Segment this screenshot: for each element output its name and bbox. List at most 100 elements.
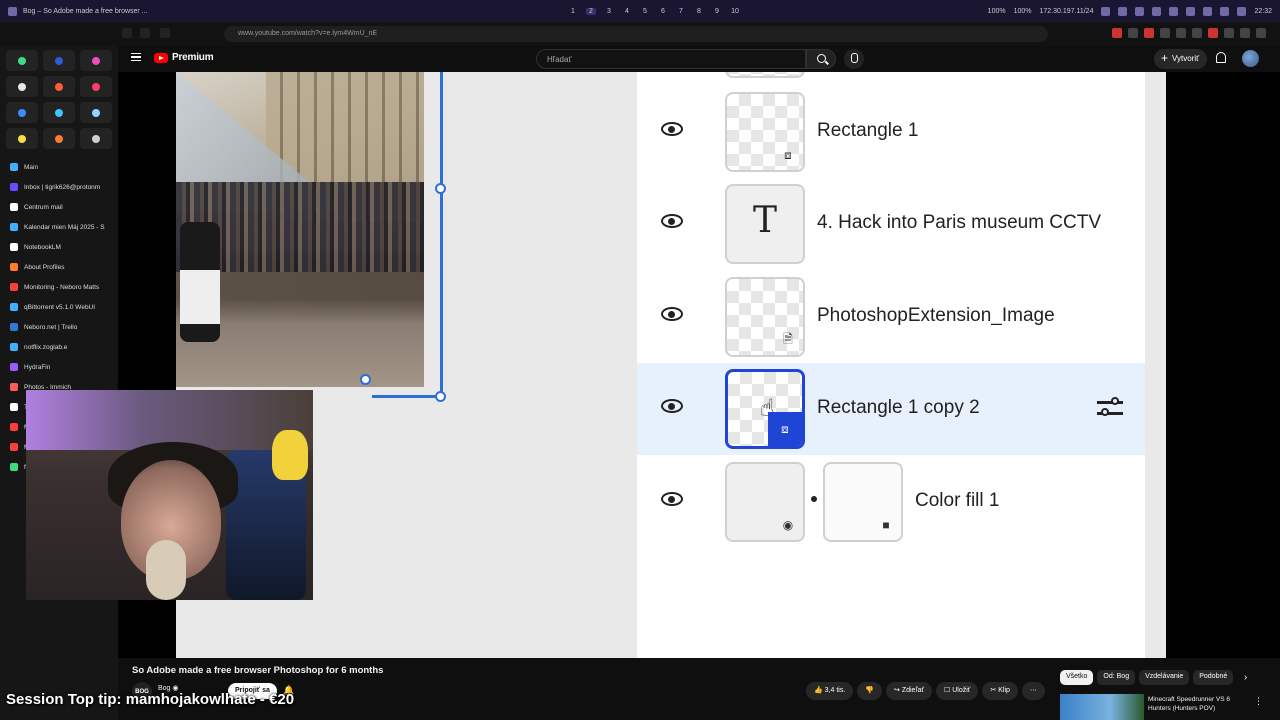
hamburger-menu-icon[interactable] (131, 53, 141, 61)
visibility-eye-icon[interactable] (661, 492, 683, 506)
sidebar-tab[interactable]: Neboro.net | Trello (0, 317, 118, 337)
dislike-button[interactable]: 👎 (857, 682, 883, 700)
workspace-4[interactable]: 4 (622, 8, 632, 15)
visibility-eye-icon[interactable] (661, 122, 683, 136)
pinned-tab[interactable] (80, 102, 112, 123)
workspace-2[interactable]: 2 (586, 7, 596, 15)
tray-icon[interactable] (1186, 6, 1196, 16)
recommended-video-thumbnail[interactable] (1060, 694, 1144, 720)
pinned-tab[interactable] (6, 128, 38, 149)
search-input[interactable]: Hľadať (536, 49, 806, 69)
tray-icon[interactable] (1220, 6, 1230, 16)
extension-icon[interactable] (1176, 28, 1186, 38)
workspace-3[interactable]: 3 (604, 8, 614, 15)
pinned-tab[interactable] (6, 102, 38, 123)
workspace-10[interactable]: 10 (730, 8, 740, 15)
workspace-6[interactable]: 6 (658, 8, 668, 15)
sidebar-tab[interactable]: Centrum mail (0, 197, 118, 217)
clip-button[interactable]: ✂ Klip (982, 682, 1018, 700)
layer-row[interactable]: ◉ ■ Color fill 1 (637, 456, 1145, 548)
workspace-1[interactable]: 1 (568, 8, 578, 15)
youtube-logo-icon[interactable] (154, 53, 168, 63)
pinned-tab-favicon-icon (18, 134, 26, 143)
layer-row[interactable]: ⧈ Rectangle 1 (637, 86, 1145, 178)
pinned-tab[interactable] (80, 128, 112, 149)
sidebar-tab[interactable]: HydraFin (0, 357, 118, 377)
tray-icon[interactable] (1135, 6, 1145, 16)
workspace-8[interactable]: 8 (694, 8, 704, 15)
visibility-eye-icon[interactable] (661, 307, 683, 321)
more-actions-button[interactable]: ⋯ (1021, 682, 1045, 700)
filter-chip[interactable]: Od: Bog (1097, 670, 1136, 685)
pinned-tab[interactable] (6, 50, 38, 71)
chevron-right-icon[interactable]: › (1244, 672, 1247, 683)
share-button[interactable]: ↪ Zdieľať (886, 682, 933, 700)
tray-icon[interactable] (1101, 6, 1111, 16)
filter-chip[interactable]: Vzdelávanie (1139, 670, 1190, 685)
tab-favicon-icon (10, 343, 18, 351)
pinned-tab[interactable] (6, 76, 38, 97)
sidebar-tab[interactable]: Monitoring - Neboro Matts (0, 277, 118, 297)
pinned-tab[interactable] (80, 76, 112, 97)
pinned-tab[interactable] (43, 76, 75, 97)
clip-label: Klip (998, 687, 1010, 694)
extension-icon[interactable] (1160, 28, 1170, 38)
pinned-tab[interactable] (43, 50, 75, 71)
layer-properties-sliders-icon[interactable] (1097, 397, 1123, 419)
extension-icon[interactable] (1112, 28, 1122, 38)
workspace-5[interactable]: 5 (640, 8, 650, 15)
pinned-tab[interactable] (43, 128, 75, 149)
mask-icon: ■ (882, 518, 890, 532)
layer-row-selected[interactable]: ☝ ⧈ Rectangle 1 copy 2 (637, 363, 1145, 455)
pinned-tab[interactable] (43, 102, 75, 123)
extension-icon[interactable] (1224, 28, 1234, 38)
sidebar-tab[interactable]: qBittorrent v5.1.0 WebUI (0, 297, 118, 317)
extension-icon[interactable] (1144, 28, 1154, 38)
menu-icon[interactable] (1256, 28, 1266, 38)
sidebar-tab[interactable]: Kalendar mien Máj 2025 - S (0, 217, 118, 237)
tray-icon[interactable] (1203, 6, 1213, 16)
forward-icon[interactable] (140, 28, 150, 38)
tray-icon[interactable] (1118, 6, 1128, 16)
transform-handle[interactable] (435, 391, 446, 402)
address-bar[interactable]: www.youtube.com/watch?v=e.lym4WmU_nE (224, 26, 1048, 42)
extension-icon[interactable] (1192, 28, 1202, 38)
visibility-eye-icon[interactable] (661, 214, 683, 228)
recommended-video-title[interactable]: Minecraft Speedrunner VS 6 Hunters (Hunt… (1148, 695, 1248, 713)
workspace-7[interactable]: 7 (676, 8, 686, 15)
youtube-premium-label[interactable]: Premium (172, 52, 214, 63)
filter-chip[interactable]: Všetko (1060, 670, 1094, 685)
power-icon[interactable] (1237, 6, 1247, 16)
account-avatar[interactable] (1242, 50, 1259, 67)
extension-icon[interactable] (1128, 28, 1138, 38)
workspace-9[interactable]: 9 (712, 8, 722, 15)
search-button[interactable] (806, 49, 836, 69)
like-button[interactable]: 👍 3,4 tis. (806, 682, 854, 700)
visibility-eye-icon[interactable] (661, 399, 683, 413)
save-button[interactable]: ☐ Uložiť (936, 682, 979, 700)
layer-row[interactable]: 🗎 PhotoshopExtension_Image (637, 271, 1145, 363)
sidebar-tab[interactable]: Main (0, 157, 118, 177)
layer-row[interactable]: T 4. Hack into Paris museum CCTV (637, 178, 1145, 270)
voice-search-icon[interactable] (844, 49, 864, 69)
back-icon[interactable] (122, 28, 132, 38)
pinned-tab-favicon-icon (92, 108, 100, 117)
create-button[interactable]: Vytvoriť (1154, 49, 1208, 69)
transform-handle[interactable] (360, 374, 371, 385)
more-vert-icon[interactable]: ⋮ (1254, 696, 1263, 707)
layer-name: Color fill 1 (915, 490, 1000, 511)
workspace-switcher[interactable]: 1 2 3 4 5 6 7 8 9 10 (568, 7, 740, 15)
tray-icon[interactable] (1152, 6, 1162, 16)
extension-icon[interactable] (1240, 28, 1250, 38)
sidebar-tab[interactable]: notflix.zoglab.e (0, 337, 118, 357)
pinned-tab[interactable] (80, 50, 112, 71)
notifications-bell-icon[interactable] (1216, 52, 1226, 63)
filter-chip[interactable]: Podobné (1193, 670, 1234, 685)
tray-icon[interactable] (1169, 6, 1179, 16)
sidebar-tab[interactable]: Inbox | tigrik626@protonm (0, 177, 118, 197)
reload-icon[interactable] (160, 28, 170, 38)
transform-handle[interactable] (435, 183, 446, 194)
extension-icon[interactable] (1208, 28, 1218, 38)
sidebar-tab[interactable]: About Profiles (0, 257, 118, 277)
sidebar-tab[interactable]: NotebookLM (0, 237, 118, 257)
